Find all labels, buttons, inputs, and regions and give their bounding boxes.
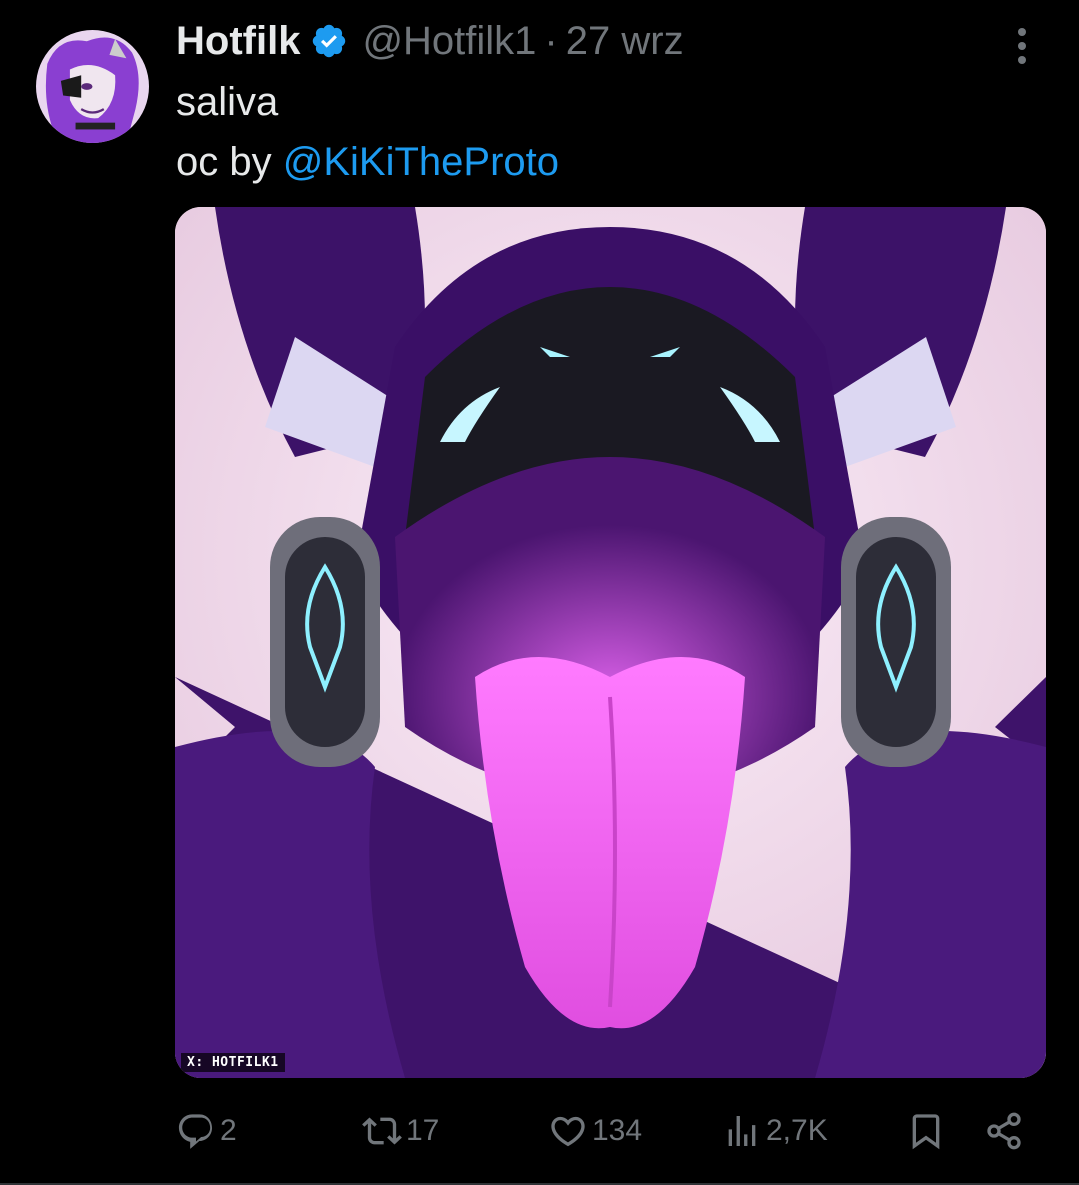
heart-icon <box>548 1111 588 1151</box>
tweet-header: Hotfilk @Hotfilk1 · 27 wrz <box>176 16 684 66</box>
bookmark-icon <box>906 1111 946 1151</box>
verified-badge-icon[interactable] <box>310 22 348 60</box>
artwork-illustration <box>175 207 1046 1078</box>
views-count: 2,7K <box>766 1114 828 1147</box>
tweet-action-bar: 2 17 134 2,7K <box>176 1106 1036 1156</box>
share-icon <box>984 1111 1024 1151</box>
views-icon <box>722 1111 762 1151</box>
repost-count: 17 <box>406 1114 440 1147</box>
reply-button[interactable]: 2 <box>176 1106 237 1156</box>
author-avatar[interactable] <box>36 30 149 143</box>
reply-count: 2 <box>220 1114 237 1147</box>
tweet-media-image[interactable]: X: HOTFILK1 <box>175 207 1046 1078</box>
tweet-text-prefix: oc by <box>176 140 283 184</box>
author-name[interactable]: Hotfilk <box>176 19 300 64</box>
separator-dot: · <box>544 18 558 63</box>
tweet-text-line-2: oc by @KiKiTheProto <box>176 138 559 186</box>
reply-icon <box>176 1111 216 1151</box>
repost-button[interactable]: 17 <box>362 1106 439 1156</box>
mention-link[interactable]: @KiKiTheProto <box>283 140 559 184</box>
views-button[interactable]: 2,7K <box>722 1106 828 1156</box>
tweet-date[interactable]: 27 wrz <box>566 19 684 64</box>
like-count: 134 <box>592 1114 643 1147</box>
like-button[interactable]: 134 <box>548 1106 642 1156</box>
author-handle[interactable]: @Hotfilk1 <box>362 19 536 64</box>
media-watermark: X: HOTFILK1 <box>181 1053 285 1072</box>
more-options-icon[interactable] <box>1004 24 1040 68</box>
share-button[interactable] <box>984 1106 1024 1156</box>
repost-icon <box>362 1111 402 1151</box>
avatar-image <box>36 30 149 143</box>
tweet-text-line-1: saliva <box>176 80 279 124</box>
bookmark-button[interactable] <box>906 1106 946 1156</box>
